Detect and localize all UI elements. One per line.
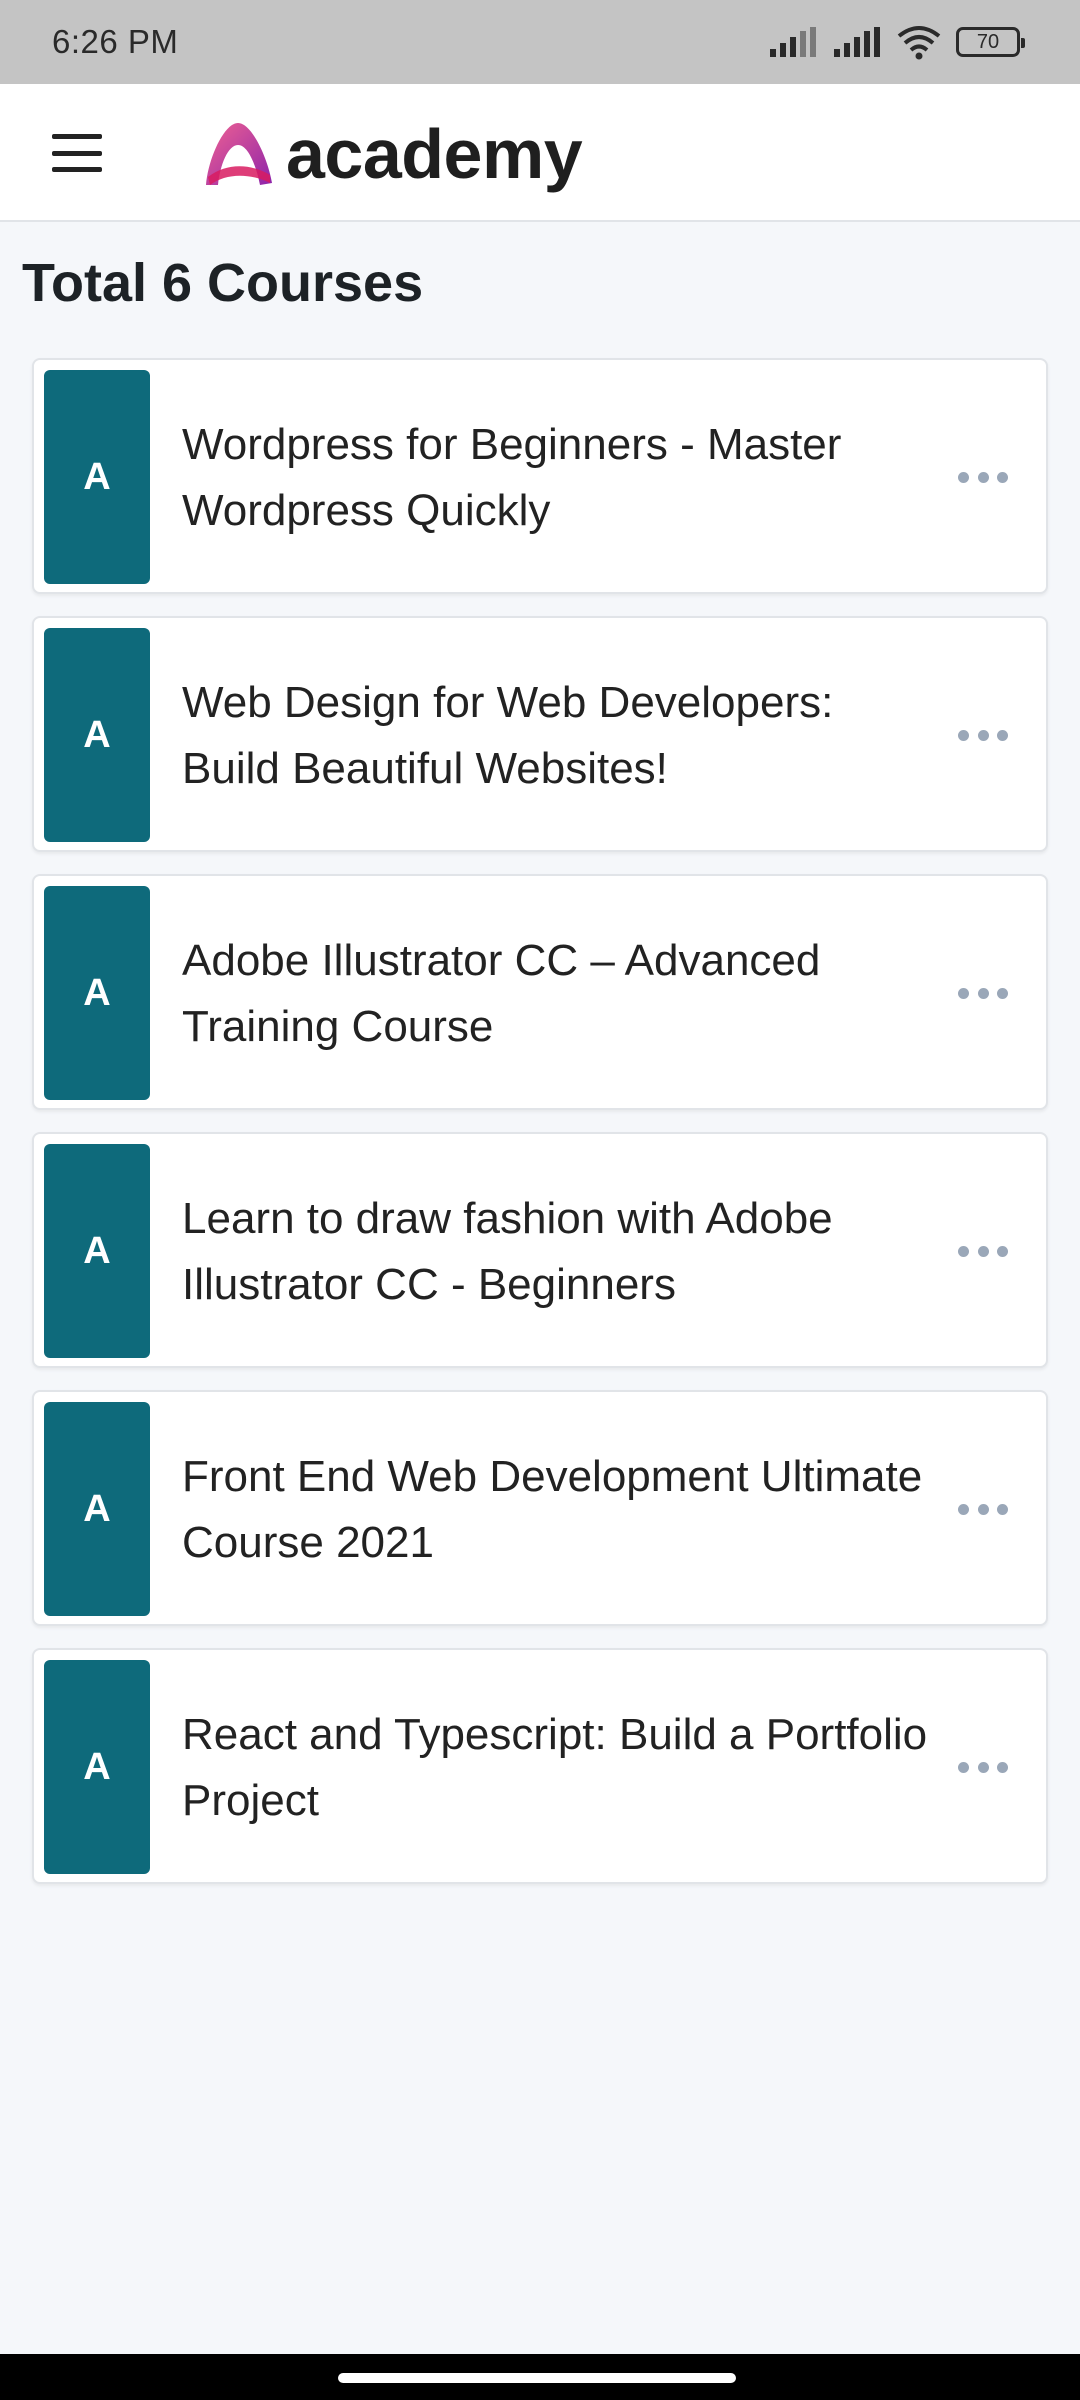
status-time: 6:26 PM (52, 23, 179, 60)
more-options-icon[interactable] (958, 1492, 1008, 1526)
status-bar: 6:26 PM 70 (0, 0, 1080, 84)
course-thumbnail-letter: A (83, 1745, 111, 1788)
status-icons: 70 (768, 24, 1025, 60)
more-options-icon[interactable] (958, 976, 1008, 1010)
course-title: Learn to draw fashion with Adobe Illustr… (182, 1194, 833, 1309)
more-options-icon[interactable] (958, 718, 1008, 752)
more-options-icon[interactable] (958, 460, 1008, 494)
course-thumbnail: A (44, 370, 150, 584)
course-thumbnail: A (44, 1402, 150, 1616)
course-title: Web Design for Web Developers: Build Bea… (182, 678, 834, 793)
app-bar: academy (0, 84, 1080, 222)
brand: academy (200, 112, 583, 196)
course-thumbnail: A (44, 886, 150, 1100)
battery-icon: 70 (956, 27, 1025, 57)
course-card[interactable]: A Front End Web Development Ultimate Cou… (32, 1390, 1048, 1626)
course-card[interactable]: A Web Design for Web Developers: Build B… (32, 616, 1048, 852)
signal-icon (770, 27, 816, 57)
more-options-icon[interactable] (958, 1750, 1008, 1784)
signal-icon (834, 27, 880, 57)
more-options-icon[interactable] (958, 1234, 1008, 1268)
course-card[interactable]: A React and Typescript: Build a Portfoli… (32, 1648, 1048, 1884)
course-card[interactable]: A Wordpress for Beginners - Master Wordp… (32, 358, 1048, 594)
course-thumbnail: A (44, 628, 150, 842)
course-thumbnail: A (44, 1660, 150, 1874)
course-thumbnail: A (44, 1144, 150, 1358)
course-card[interactable]: A Adobe Illustrator CC – Advanced Traini… (32, 874, 1048, 1110)
course-thumbnail-letter: A (83, 455, 111, 498)
course-title: Front End Web Development Ultimate Cours… (182, 1452, 923, 1567)
menu-icon[interactable] (52, 134, 102, 172)
battery-level: 70 (976, 30, 1000, 53)
course-thumbnail-letter: A (83, 971, 111, 1014)
page-title: Total 6 Courses (22, 253, 424, 313)
course-title: Adobe Illustrator CC – Advanced Training… (182, 936, 821, 1051)
course-thumbnail-letter: A (83, 713, 111, 756)
academy-logo-icon (206, 123, 272, 185)
course-list: A Wordpress for Beginners - Master Wordp… (32, 358, 1048, 1906)
course-title: Wordpress for Beginners - Master Wordpre… (182, 420, 842, 535)
course-card[interactable]: A Learn to draw fashion with Adobe Illus… (32, 1132, 1048, 1368)
home-indicator[interactable] (338, 2373, 736, 2383)
course-thumbnail-letter: A (83, 1229, 111, 1272)
brand-name: academy (286, 115, 583, 193)
course-thumbnail-letter: A (83, 1487, 111, 1530)
course-title: React and Typescript: Build a Portfolio … (182, 1710, 928, 1825)
wifi-icon (897, 26, 941, 60)
